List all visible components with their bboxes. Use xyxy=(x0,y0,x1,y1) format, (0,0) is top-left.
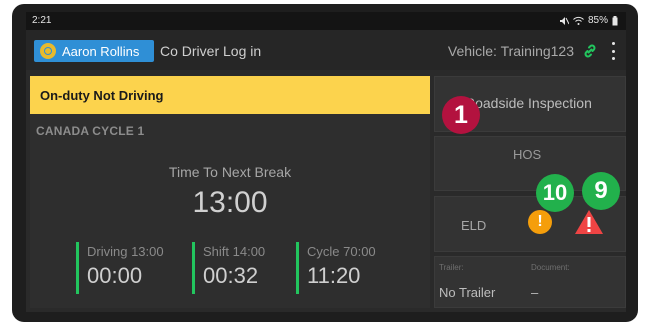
document-label: Document: xyxy=(531,263,570,272)
more-menu-icon[interactable] xyxy=(610,42,616,60)
duty-status-panel[interactable]: On-duty Not Driving CANADA CYCLE 1 Time … xyxy=(30,76,430,308)
vehicle-label[interactable]: Vehicle: Training123 xyxy=(448,43,574,59)
driver-name: Aaron Rollins xyxy=(62,43,140,59)
eld-warning-icon[interactable]: ! xyxy=(528,210,552,234)
battery-percent: 85% xyxy=(587,15,608,26)
co-driver-login-button[interactable]: Co Driver Log in xyxy=(160,43,261,59)
document-value: – xyxy=(531,285,539,300)
app-bar: Aaron Rollins Co Driver Log in Vehicle: … xyxy=(26,30,626,70)
device-frame: 2:21 85% Aaron Rollins Co Driver Log in … xyxy=(12,4,638,322)
mute-icon xyxy=(559,16,569,25)
alert-triangle-icon[interactable] xyxy=(574,208,604,236)
driver-button[interactable]: Aaron Rollins xyxy=(34,40,154,62)
battery-icon xyxy=(612,15,618,25)
trailer-label: Trailer: xyxy=(439,263,464,272)
status-time: 2:21 xyxy=(32,15,52,26)
cycle-timer-label: Cycle 70:00 xyxy=(307,244,376,259)
annotation-badge-10: 10 xyxy=(536,174,574,212)
driving-timer: Driving 13:00 00:00 xyxy=(76,242,164,294)
annotation-badge-1: 1 xyxy=(442,96,480,134)
shift-timer-value: 00:32 xyxy=(203,263,259,288)
break-label: Time To Next Break xyxy=(168,164,292,180)
driving-timer-value: 00:00 xyxy=(87,263,143,288)
link-icon[interactable] xyxy=(582,43,598,59)
roadside-inspection-label: Roadside Inspection xyxy=(465,95,592,111)
system-status-bar: 2:21 85% xyxy=(26,12,626,30)
cycle-timer: Cycle 70:00 11:20 xyxy=(296,242,376,294)
app-screen: 2:21 85% Aaron Rollins Co Driver Log in … xyxy=(26,12,626,312)
annotation-badge-9: 9 xyxy=(582,172,620,210)
cycle-label: CANADA CYCLE 1 xyxy=(36,124,145,138)
shift-timer-label: Shift 14:00 xyxy=(203,244,266,259)
trailer-value: No Trailer xyxy=(439,285,496,300)
eld-label: ELD xyxy=(461,218,487,233)
duty-status-text: On-duty Not Driving xyxy=(40,88,164,103)
shift-timer: Shift 14:00 00:32 xyxy=(192,242,265,294)
driving-timer-label: Driving 13:00 xyxy=(87,244,164,259)
break-timer: 13:00 xyxy=(192,186,268,219)
cycle-timer-value: 11:20 xyxy=(307,263,361,288)
hos-label: HOS xyxy=(513,147,542,162)
steering-wheel-icon xyxy=(40,43,56,59)
wifi-icon xyxy=(573,16,584,25)
duty-status-banner[interactable]: On-duty Not Driving xyxy=(30,76,430,114)
trailer-document-panel[interactable]: Trailer: Document: No Trailer – xyxy=(434,256,626,308)
